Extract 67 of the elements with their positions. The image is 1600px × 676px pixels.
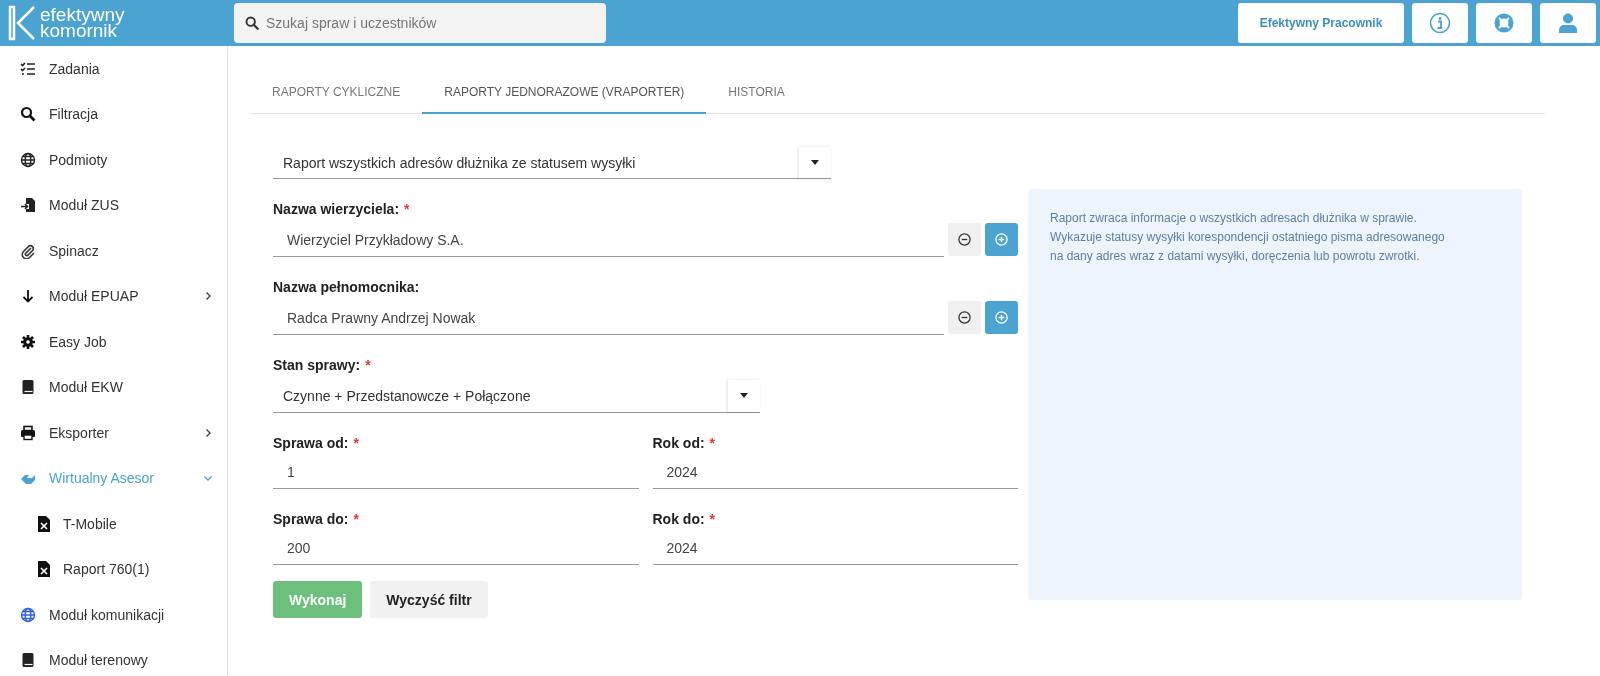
sidebar-item[interactable]: Zadania bbox=[0, 46, 227, 92]
caret-icon bbox=[811, 160, 819, 165]
remove-button[interactable] bbox=[948, 300, 981, 334]
info-text: Raport zwraca informacje o wszystkich adresach dłużnika w sprawie. bbox=[1050, 210, 1418, 227]
gear-icon bbox=[20, 333, 36, 350]
minus-circle-icon bbox=[958, 310, 971, 324]
field-label: Stan sprawy: * bbox=[273, 357, 372, 375]
search-icon bbox=[245, 16, 259, 30]
report-dropdown[interactable]: Raport wszystkich adresów dłużnika ze statusem wysyłki bbox=[273, 147, 831, 179]
user-name-button[interactable]: Efektywny Pracownik bbox=[1238, 3, 1404, 43]
sidebar-item[interactable]: Easy Job bbox=[0, 319, 227, 365]
plus-circle-icon bbox=[995, 310, 1008, 324]
minus-circle-icon bbox=[958, 232, 971, 246]
input-field[interactable]: 2024 bbox=[652, 531, 1018, 565]
sidebar-item[interactable]: Moduł terenowy bbox=[0, 637, 227, 676]
input-field[interactable]: 2024 bbox=[652, 455, 1018, 489]
sidebar-item[interactable]: Moduł EPUAP bbox=[0, 273, 227, 319]
sidebar-item[interactable]: Moduł EKW bbox=[0, 364, 227, 410]
input-field[interactable]: Radca Prawny Andrzej Nowak bbox=[273, 301, 944, 335]
info-icon bbox=[1429, 12, 1451, 34]
printer-icon bbox=[20, 424, 36, 441]
excel-file-icon bbox=[38, 561, 50, 578]
state-dropdown[interactable]: Czynne + Przedstanowcze + Połączone bbox=[273, 379, 760, 413]
field-label: Nazwa pełnomocnika: bbox=[273, 279, 421, 297]
down-icon bbox=[20, 288, 36, 305]
tab[interactable]: HISTORIA bbox=[706, 73, 807, 113]
input-field[interactable]: 200 bbox=[273, 531, 639, 565]
info-text: Wykazuje statusy wysyłki korespondencji ostatniego pisma adresowanego bbox=[1050, 229, 1446, 246]
remove-button[interactable] bbox=[948, 222, 981, 256]
excel-file-icon bbox=[38, 515, 50, 532]
logo-text: efektywny bbox=[40, 7, 125, 23]
sidebar-item[interactable]: Moduł ZUS bbox=[0, 182, 227, 228]
sidebar-subitem[interactable]: Raport 760(1) bbox=[0, 546, 227, 592]
sidebar-subitem[interactable]: T-Mobile bbox=[0, 501, 227, 547]
tab[interactable]: RAPORTY CYKLICZNE bbox=[250, 73, 423, 113]
search-field[interactable]: Szukaj spraw i uczestników bbox=[234, 3, 606, 43]
help-button[interactable] bbox=[1476, 3, 1532, 43]
clip-icon bbox=[20, 242, 36, 259]
field-label: Sprawa od: * bbox=[273, 435, 360, 453]
book-icon bbox=[20, 652, 36, 669]
tab[interactable]: RAPORTY JEDNORAZOWE (VRAPORTER) bbox=[422, 73, 707, 114]
sidebar-item[interactable]: Eksporter bbox=[0, 410, 227, 456]
field-label: Rok od: * bbox=[652, 435, 717, 453]
globe2-icon bbox=[20, 606, 36, 623]
logo-k-icon bbox=[8, 5, 38, 41]
info-text: na dany adres wraz z datami wysyłki, doręczenia lub powrotu zwrotki. bbox=[1050, 248, 1421, 265]
plus-circle-icon bbox=[995, 232, 1008, 246]
import-icon bbox=[20, 197, 36, 214]
field-label: Nazwa wierzyciela: * bbox=[273, 201, 411, 219]
tasks-icon bbox=[20, 60, 36, 77]
input-field[interactable]: 1 bbox=[273, 455, 639, 489]
sidebar-item[interactable]: Spinacz bbox=[0, 228, 227, 274]
sidebar-item[interactable]: Podmioty bbox=[0, 137, 227, 183]
sidebar-item[interactable]: Moduł komunikacji bbox=[0, 592, 227, 638]
field-label: Rok do: * bbox=[652, 511, 717, 529]
info-button[interactable] bbox=[1412, 3, 1468, 43]
input-field[interactable]: Wierzyciel Przykładowy S.A. bbox=[273, 223, 944, 257]
clear-filter-button[interactable]: Wyczyść filtr bbox=[370, 581, 488, 618]
globe-icon bbox=[20, 151, 36, 168]
search-icon bbox=[20, 106, 36, 123]
caret-icon bbox=[740, 393, 748, 398]
lifebuoy-icon bbox=[1494, 13, 1514, 33]
user-icon bbox=[1559, 13, 1577, 33]
sidebar-item[interactable]: Filtracja bbox=[0, 91, 227, 137]
book-icon bbox=[20, 379, 36, 396]
user-button[interactable] bbox=[1540, 3, 1596, 43]
field-label: Sprawa do: * bbox=[273, 511, 360, 529]
